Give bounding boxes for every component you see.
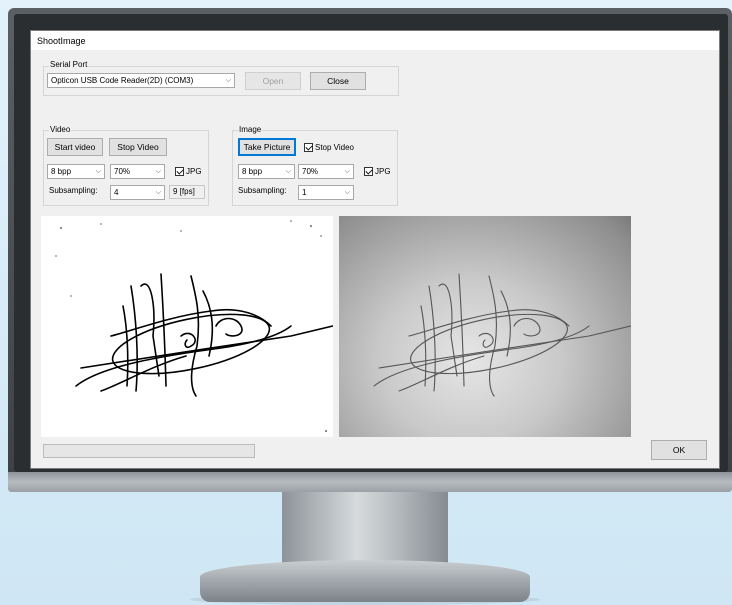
video-jpg-label: JPG: [186, 167, 202, 176]
image-subsampling-select[interactable]: 1 ⌵: [298, 185, 354, 200]
image-subsampling-value: 1: [302, 188, 307, 197]
close-button[interactable]: Close: [310, 72, 366, 90]
stop-video-checkbox[interactable]: Stop Video: [304, 142, 354, 153]
monitor-chin: [8, 472, 732, 492]
take-picture-button[interactable]: Take Picture: [238, 138, 296, 156]
shootimage-dialog: ShootImage Serial Port Opticon USB Code …: [30, 30, 720, 469]
chevron-down-icon: ⌵: [285, 168, 291, 175]
chevron-down-icon: ⌵: [225, 77, 231, 84]
signature-drawing-gray: [373, 273, 640, 397]
checkmark-icon: [175, 167, 184, 176]
image-group-label: Image: [238, 125, 263, 134]
video-bpp-select[interactable]: 8 bpp ⌵: [47, 164, 105, 179]
serial-port-label: Serial Port: [49, 60, 89, 69]
image-jpg-label: JPG: [375, 167, 391, 176]
signature-drawing: [55, 220, 342, 432]
chevron-down-icon: ⌵: [344, 168, 350, 175]
image-jpg-checkbox[interactable]: JPG: [364, 166, 391, 177]
title-bar: ShootImage: [31, 31, 719, 50]
video-quality-select[interactable]: 70% ⌵: [110, 164, 165, 179]
open-button[interactable]: Open: [245, 72, 301, 90]
video-subsampling-value: 4: [114, 188, 119, 197]
video-bpp-value: 8 bpp: [51, 167, 72, 176]
checkmark-icon: [304, 143, 313, 152]
stop-video-checkbox-label: Stop Video: [315, 143, 354, 152]
binarized-signature-preview: [41, 216, 342, 437]
monitor-stand-neck: [282, 492, 448, 566]
video-quality-value: 70%: [114, 167, 131, 176]
chevron-down-icon: ⌵: [344, 189, 350, 196]
serial-port-select[interactable]: Opticon USB Code Reader(2D) (COM3) ⌵: [47, 73, 235, 88]
serial-port-value: Opticon USB Code Reader(2D) (COM3): [51, 76, 194, 85]
chevron-down-icon: ⌵: [95, 168, 101, 175]
image-bpp-select[interactable]: 8 bpp ⌵: [238, 164, 295, 179]
window-title: ShootImage: [37, 36, 86, 46]
image-quality-value: 70%: [302, 167, 319, 176]
image-quality-select[interactable]: 70% ⌵: [298, 164, 354, 179]
progress-bar: [43, 444, 255, 458]
start-video-button[interactable]: Start video: [47, 138, 103, 156]
video-subsampling-label: Subsampling:: [49, 186, 98, 195]
image-subsampling-label: Subsampling:: [238, 186, 287, 195]
video-jpg-checkbox[interactable]: JPG: [175, 166, 202, 177]
checkmark-icon: [364, 167, 373, 176]
chevron-down-icon: ⌵: [155, 189, 161, 196]
video-group-label: Video: [49, 125, 72, 134]
video-subsampling-select[interactable]: 4 ⌵: [110, 185, 165, 200]
chevron-down-icon: ⌵: [155, 168, 161, 175]
monitor-stand-base: [200, 560, 530, 602]
stop-video-button[interactable]: Stop Video: [109, 138, 167, 156]
ok-button[interactable]: OK: [651, 440, 707, 460]
image-bpp-value: 8 bpp: [242, 167, 263, 176]
fps-display: 9 [fps]: [169, 185, 205, 199]
grayscale-signature-preview: [339, 216, 640, 437]
